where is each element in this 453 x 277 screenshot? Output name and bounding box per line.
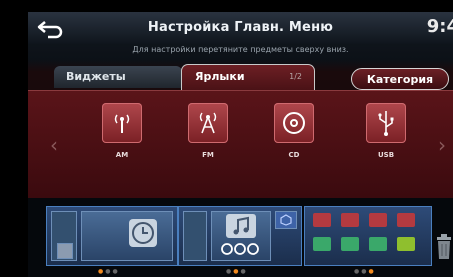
scroll-left-arrow-icon[interactable]: ‹ [50,133,58,157]
clock-icon [129,219,157,247]
grid-icon[interactable] [369,237,387,251]
category-button[interactable]: Категория [351,68,449,90]
shortcut-cd[interactable]: CD [272,103,316,159]
page-dots-2: ●●● [226,268,248,275]
shortcut-am[interactable]: AM [100,103,144,159]
home-page-1[interactable] [46,206,178,266]
widget-slot[interactable] [275,211,297,229]
shortcut-cd-label: CD [288,151,300,159]
shortcut-fm-label: FM [202,151,214,159]
music-note-icon [226,214,256,238]
tab-shortcuts-label: Ярлыки [195,70,245,83]
shortcut-usb[interactable]: USB [364,103,408,159]
tab-widgets-label: Виджеты [66,70,126,83]
shortcut-am-label: AM [115,151,129,159]
instruction-text: Для настройки перетяните предметы сверху… [132,45,349,54]
trash-icon[interactable] [436,234,452,260]
home-page-3[interactable] [304,206,432,266]
tab-shortcuts[interactable]: Ярлыки 1/2 [181,64,315,90]
top-bar: Настройка Главн. Меню 9:4 [28,12,453,44]
page-dots-3: ●●● [354,268,376,275]
clock: 9:4 [426,16,453,37]
menu-settings-screen: Настройка Главн. Меню 9:4 Для настройки … [28,12,453,277]
page-indicator: 1/2 [289,72,302,81]
home-page-layouts: ●●● ●●● ●●● [28,198,453,277]
am-radio-icon [114,114,130,133]
music-widget[interactable] [211,211,271,261]
shortcut-fm[interactable]: FM [186,103,230,159]
usb-icon[interactable] [397,213,415,227]
clock-widget[interactable] [81,211,173,261]
tab-widgets[interactable]: Виджеты [54,66,182,88]
settings-icon[interactable] [397,237,415,251]
widget-slot[interactable] [183,211,207,261]
am-radio-icon[interactable] [313,213,331,227]
widget-slot[interactable] [57,243,73,259]
home-page-2[interactable] [178,206,302,266]
lightbulb-icon[interactable] [341,237,359,251]
mail-icon[interactable] [313,237,331,251]
box-icon [280,214,292,226]
fm-radio-icon [199,112,217,134]
cd-icon [283,112,305,134]
fm-radio-icon[interactable] [341,213,359,227]
shortcut-panel: ‹ AM FM CD USB › [28,90,453,199]
page-dots-1: ●●● [98,268,120,275]
shortcut-usb-label: USB [377,151,395,159]
scroll-right-arrow-icon[interactable]: › [438,133,446,157]
bluetooth-icon[interactable] [369,213,387,227]
page-title: Настройка Главн. Меню [147,20,334,35]
chain-link-icon [221,243,259,255]
usb-icon [378,111,394,136]
